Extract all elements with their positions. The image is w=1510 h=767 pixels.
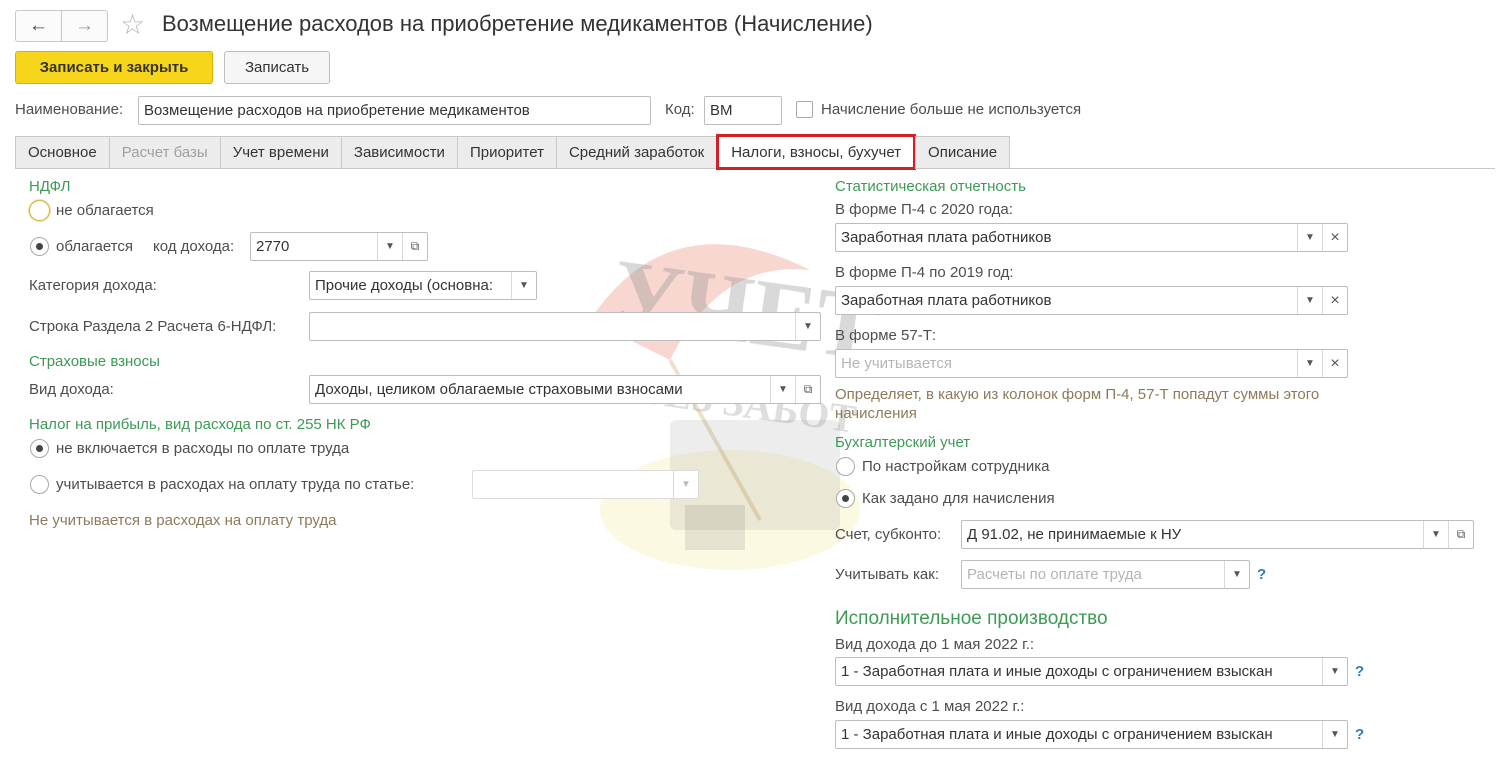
account-field[interactable]: Д 91.02, не принимаемые к НУ ▼ ⧉ [961, 520, 1474, 549]
chevron-down-icon[interactable]: ▼ [1297, 287, 1322, 314]
income-category-value: Прочие доходы (основна: [315, 277, 494, 294]
open-icon[interactable]: ⧉ [795, 376, 820, 403]
clear-icon[interactable]: × [1322, 287, 1347, 314]
page-title: Возмещение расходов на приобретение меди… [162, 11, 873, 36]
enforcement-section-title: Исполнительное производство [835, 608, 1108, 629]
f57t-placeholder: Не учитывается [841, 355, 952, 372]
p4-2020-select[interactable]: Заработная плата работников ▼ × [835, 223, 1348, 252]
tab-description[interactable]: Описание [915, 136, 1011, 169]
favorite-star-icon[interactable]: ☆ [120, 9, 145, 41]
insurance-section-title: Страховые взносы [29, 353, 160, 370]
p4-2019-select[interactable]: Заработная плата работников ▼ × [835, 286, 1348, 315]
chevron-down-icon[interactable]: ▼ [795, 313, 820, 340]
enforcement-after-select[interactable]: 1 - Заработная плата и иные доходы с огр… [835, 720, 1348, 749]
back-arrow-icon[interactable]: ← [16, 11, 61, 41]
accounting-by-employee-radio[interactable] [836, 457, 855, 476]
statistics-section-title: Статистическая отчетность [835, 178, 1026, 195]
treat-as-select[interactable]: Расчеты по оплате труда ▼ [961, 560, 1250, 589]
profit-tax-section-title: Налог на прибыль, вид расхода по ст. 255… [29, 416, 371, 433]
unused-checkbox[interactable] [796, 101, 813, 118]
statistics-note: Определяет, в какую из колонок форм П-4,… [835, 386, 1320, 422]
accounting-as-set-radio[interactable] [836, 489, 855, 508]
profit-included-label: учитывается в расходах на оплату труда п… [56, 476, 415, 493]
treat-as-label: Учитывать как: [835, 566, 940, 583]
accounting-as-set-label: Как задано для начисления [862, 490, 1055, 507]
income-category-label: Категория дохода: [29, 277, 157, 294]
f57t-label: В форме 57-Т: [835, 327, 937, 344]
profit-included-radio[interactable] [30, 475, 49, 494]
tab-priority[interactable]: Приоритет [456, 136, 557, 169]
name-value: Возмещение расходов на приобретение меди… [144, 102, 530, 119]
tab-time-tracking[interactable]: Учет времени [219, 136, 342, 169]
ndfl-taxed-label: облагается [56, 238, 134, 255]
ndfl-taxed-radio[interactable] [30, 237, 49, 256]
profit-not-included-label: не включается в расходы по оплате труда [56, 440, 350, 457]
chevron-down-icon[interactable]: ▼ [1224, 561, 1249, 588]
code-field[interactable]: ВМ [704, 96, 782, 125]
ndfl-not-taxed-radio[interactable] [29, 200, 50, 221]
code-label: Код: [665, 101, 695, 118]
unused-label: Начисление больше не используется [821, 101, 1082, 118]
clear-icon[interactable]: × [1322, 350, 1347, 377]
enforcement-after-label: Вид дохода с 1 мая 2022 г.: [835, 698, 1025, 715]
insurance-income-type-field[interactable]: Доходы, целиком облагаемые страховыми вз… [309, 375, 821, 404]
enforcement-before-select[interactable]: 1 - Заработная плата и иные доходы с огр… [835, 657, 1348, 686]
chevron-down-icon[interactable]: ▼ [511, 272, 536, 299]
enforcement-before-label: Вид дохода до 1 мая 2022 г.: [835, 636, 1035, 653]
tab-average-earnings[interactable]: Средний заработок [555, 136, 718, 169]
chevron-down-icon[interactable]: ▼ [770, 376, 795, 403]
profit-tax-note: Не учитывается в расходах на оплату труд… [29, 512, 337, 529]
save-button[interactable]: Записать [224, 51, 330, 84]
p4-2020-value: Заработная плата работников [841, 229, 1052, 246]
profit-not-included-radio[interactable] [30, 439, 49, 458]
tab-main[interactable]: Основное [15, 136, 110, 169]
tab-base-calculation[interactable]: Расчет базы [108, 136, 221, 169]
p4-2019-value: Заработная плата работников [841, 292, 1052, 309]
tab-taxes[interactable]: Налоги, взносы, бухучет [716, 134, 917, 170]
income-code-field[interactable]: 2770 ▼ ⧉ [250, 232, 428, 261]
p4-2020-label: В форме П-4 с 2020 года: [835, 201, 1013, 218]
name-label: Наименование: [15, 101, 124, 118]
ndfl-not-taxed-label: не облагается [56, 202, 154, 219]
ndfl-section-title: НДФЛ [29, 178, 71, 195]
accounting-by-employee-label: По настройкам сотрудника [862, 458, 1050, 475]
account-label: Счет, субконто: [835, 526, 942, 543]
forward-arrow-icon[interactable]: → [61, 11, 107, 41]
open-icon[interactable]: ⧉ [1448, 521, 1473, 548]
open-icon[interactable]: ⧉ [402, 233, 427, 260]
treat-as-placeholder: Расчеты по оплате труда [967, 566, 1142, 583]
account-value: Д 91.02, не принимаемые к НУ [967, 526, 1182, 543]
chevron-down-icon[interactable]: ▼ [377, 233, 402, 260]
row-6ndfl-label: Строка Раздела 2 Расчета 6-НДФЛ: [29, 318, 277, 335]
help-icon[interactable]: ? [1257, 566, 1266, 583]
income-category-select[interactable]: Прочие доходы (основна: ▼ [309, 271, 537, 300]
p4-2019-label: В форме П-4 по 2019 год: [835, 264, 1014, 281]
chevron-down-icon[interactable]: ▼ [1322, 721, 1347, 748]
save-and-close-button[interactable]: Записать и закрыть [15, 51, 213, 84]
chevron-down-icon[interactable]: ▼ [1297, 350, 1322, 377]
chevron-down-icon[interactable]: ▼ [673, 471, 698, 498]
code-value: ВМ [710, 102, 733, 119]
tab-bar: Основное Расчет базы Учет времени Зависи… [15, 134, 1011, 170]
enforcement-after-value: 1 - Заработная плата и иные доходы с огр… [841, 726, 1273, 743]
chevron-down-icon[interactable]: ▼ [1297, 224, 1322, 251]
navigation-buttons: ← → [15, 10, 108, 42]
tab-dependencies[interactable]: Зависимости [340, 136, 458, 169]
profit-article-select[interactable]: ▼ [472, 470, 699, 499]
help-icon[interactable]: ? [1355, 663, 1364, 680]
chevron-down-icon[interactable]: ▼ [1322, 658, 1347, 685]
row-6ndfl-select[interactable]: ▼ [309, 312, 821, 341]
insurance-income-type-label: Вид дохода: [29, 381, 114, 398]
clear-icon[interactable]: × [1322, 224, 1347, 251]
enforcement-before-value: 1 - Заработная плата и иные доходы с огр… [841, 663, 1273, 680]
f57t-select[interactable]: Не учитывается ▼ × [835, 349, 1348, 378]
help-icon[interactable]: ? [1355, 726, 1364, 743]
accounting-section-title: Бухгалтерский учет [835, 434, 971, 451]
insurance-income-type-value: Доходы, целиком облагаемые страховыми вз… [315, 381, 683, 398]
name-field[interactable]: Возмещение расходов на приобретение меди… [138, 96, 651, 125]
income-code-label: код дохода: [153, 238, 235, 255]
income-code-value: 2770 [256, 238, 290, 255]
chevron-down-icon[interactable]: ▼ [1423, 521, 1448, 548]
